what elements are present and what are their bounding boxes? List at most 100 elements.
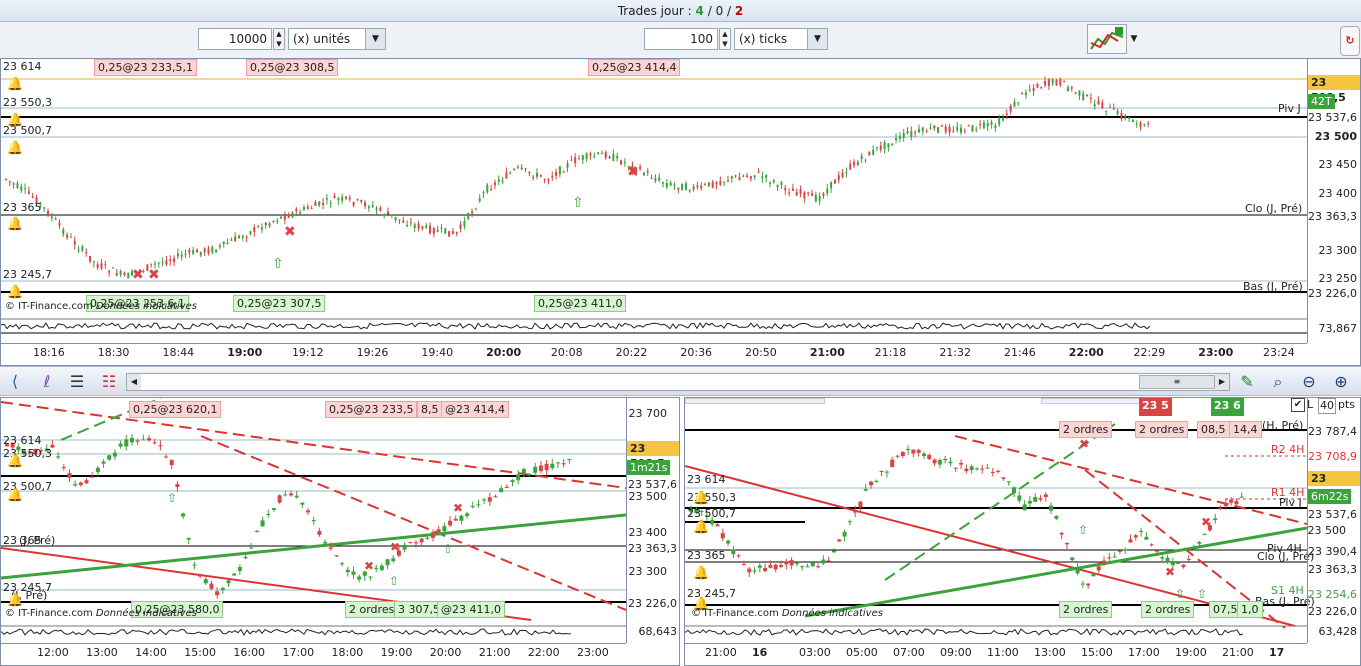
- candle-body: [348, 197, 351, 200]
- time-tick-label: 18:30: [97, 346, 130, 359]
- candle-body: [1131, 119, 1134, 123]
- candle-body: [784, 561, 789, 565]
- main-chart-panel[interactable]: ✖ ✖ ✖ ✖ ⇧ ⇧ 23 614 23 550,3 23 500,7 23 …: [0, 58, 1361, 366]
- zoom-out-icon[interactable]: ⊖: [1298, 371, 1320, 393]
- time-axis[interactable]: [1, 343, 1307, 365]
- price-axis-label: 23 363,3: [628, 542, 677, 555]
- time-tick-label: 17:00: [1128, 646, 1160, 659]
- oscillator-value: 63,428: [1318, 625, 1358, 638]
- price-axis-label: 23 500: [1307, 524, 1347, 537]
- bottom-left-price-plot[interactable]: ✖ ✖ ✖ ⇧ ⇧ ⇧: [1, 398, 626, 643]
- chart-scrollbar[interactable]: ◀ ≡ ▶: [126, 373, 1230, 391]
- candle-body: [100, 263, 103, 269]
- sell-order-label[interactable]: 2 ordres: [1135, 421, 1189, 438]
- candle-body: [858, 501, 863, 508]
- scroll-right-icon[interactable]: ▶: [1215, 374, 1229, 390]
- bell-icon[interactable]: 🔔: [7, 454, 23, 470]
- refresh-icon[interactable]: ↻: [1340, 26, 1360, 56]
- sell-order-label[interactable]: 0,25@23 233,5: [325, 401, 418, 418]
- buy-order-label[interactable]: 1,0: [1237, 601, 1263, 618]
- chart-type-dropdown[interactable]: ▼: [1128, 28, 1140, 50]
- bell-icon[interactable]: 🔔: [7, 593, 23, 609]
- candle-body: [66, 234, 69, 238]
- candle-body: [1074, 92, 1077, 94]
- candle-body: [398, 219, 401, 221]
- candle-body: [1234, 501, 1239, 505]
- time-tick-label: 20:36: [680, 346, 713, 359]
- candle-body: [944, 126, 947, 132]
- scroll-thumb[interactable]: ≡: [1139, 375, 1215, 389]
- header-widget[interactable]: [1041, 398, 1141, 404]
- candle-body: [964, 468, 969, 472]
- bottom-right-chart-panel[interactable]: ✖ ✖ ✖ ⇧ ⇧ ⇧ 23 5 23 6 ✔ L 40 pts 23 614 …: [684, 397, 1361, 666]
- buy-order-label[interactable]: 0,25@23 411,0: [534, 295, 627, 312]
- sell-order-label[interactable]: @23 414,4: [441, 401, 509, 418]
- quantity-stepper[interactable]: ▲ ▼: [273, 28, 285, 50]
- svg-text:⇧: ⇧: [443, 542, 453, 556]
- time-tick-label: 20:22: [615, 346, 648, 359]
- sell-order-label[interactable]: 0,25@23 414,4: [588, 59, 681, 76]
- sell-order-label[interactable]: 2 ordres: [1059, 421, 1113, 438]
- sell-order-label[interactable]: 0,25@23 620,1: [129, 401, 222, 418]
- candle-body: [1044, 80, 1047, 86]
- ticks-stepper[interactable]: ▲ ▼: [719, 28, 731, 50]
- header-widget[interactable]: [685, 398, 825, 404]
- quantity-unit-select[interactable]: (x) unités ▼: [288, 28, 386, 50]
- candle-body: [150, 263, 153, 265]
- sell-order-label[interactable]: 0,25@23 308,5: [246, 59, 339, 76]
- candle-body: [257, 226, 260, 228]
- time-tick-label: 21:46: [1004, 346, 1036, 359]
- candle-body: [444, 228, 447, 234]
- candle-body: [237, 567, 242, 571]
- candle-body: [490, 188, 493, 191]
- bell-icon[interactable]: 🔔: [7, 77, 23, 93]
- ticks-input[interactable]: 100: [644, 28, 718, 50]
- list-icon[interactable]: ☰: [66, 371, 88, 393]
- candle-body: [249, 231, 252, 235]
- bell-icon[interactable]: 🔔: [7, 141, 23, 157]
- zoom-in-icon[interactable]: ⊕: [1330, 371, 1352, 393]
- bell-icon[interactable]: 🔔: [693, 520, 709, 536]
- candle-body: [31, 196, 34, 198]
- candle-body: [50, 216, 53, 219]
- bid-price-box[interactable]: 23 5: [1139, 398, 1172, 416]
- bell-icon[interactable]: 🔔: [7, 217, 23, 233]
- ticks-unit-label: (x) ticks: [739, 32, 788, 46]
- buy-order-label[interactable]: 2 ordres: [345, 601, 399, 618]
- indicator-icon[interactable]: ℓ: [36, 371, 58, 393]
- candle-body: [868, 151, 871, 156]
- buy-order-label[interactable]: 2 ordres: [1059, 601, 1113, 618]
- orders-icon[interactable]: ☷: [98, 371, 120, 393]
- candle-body: [341, 197, 344, 201]
- scroll-left-icon[interactable]: ◀: [127, 374, 141, 390]
- bell-icon[interactable]: 🔔: [7, 113, 23, 129]
- sell-order-label[interactable]: 8,5: [417, 401, 443, 418]
- bell-icon[interactable]: 🔔: [7, 488, 23, 504]
- candle-body: [597, 152, 600, 154]
- ticks-unit-select[interactable]: (x) ticks ▼: [734, 28, 828, 50]
- bell-icon[interactable]: 🔔: [693, 566, 709, 582]
- sell-order-label[interactable]: 0,25@23 233,5,1: [94, 59, 197, 76]
- sell-order-label[interactable]: 14,4: [1229, 421, 1262, 438]
- share-icon[interactable]: ⟨: [4, 371, 26, 393]
- candle-body: [232, 573, 237, 576]
- draw-tool-icon[interactable]: ✎: [1236, 371, 1258, 393]
- sell-order-label[interactable]: 08,5: [1197, 421, 1230, 438]
- zoom-area-icon[interactable]: ⌕: [1267, 371, 1289, 393]
- candle-body: [956, 126, 959, 131]
- time-tick-label: 23:00: [1198, 346, 1234, 359]
- time-tick-label: 22:00: [1068, 346, 1104, 359]
- lock-checkbox[interactable]: ✔: [1291, 398, 1305, 412]
- chart-type-button[interactable]: [1087, 24, 1127, 54]
- buy-order-label[interactable]: 2 ordres: [1141, 601, 1195, 618]
- time-tick-label: 23:24: [1263, 346, 1295, 359]
- buy-order-label[interactable]: @23 411,0: [437, 601, 505, 618]
- candle-body: [589, 153, 592, 156]
- candle-body: [1229, 499, 1234, 503]
- quantity-input[interactable]: 10000: [198, 28, 272, 50]
- ask-price-box[interactable]: 23 6: [1211, 398, 1244, 416]
- bell-icon[interactable]: 🔔: [7, 285, 23, 301]
- bell-icon[interactable]: 🔔: [693, 491, 709, 507]
- buy-order-label[interactable]: 0,25@23 307,5: [233, 295, 326, 312]
- bottom-left-chart-panel[interactable]: ✖ ✖ ✖ ⇧ ⇧ ⇧ 23 614 23 550,3 23 500,7 23 …: [0, 397, 680, 666]
